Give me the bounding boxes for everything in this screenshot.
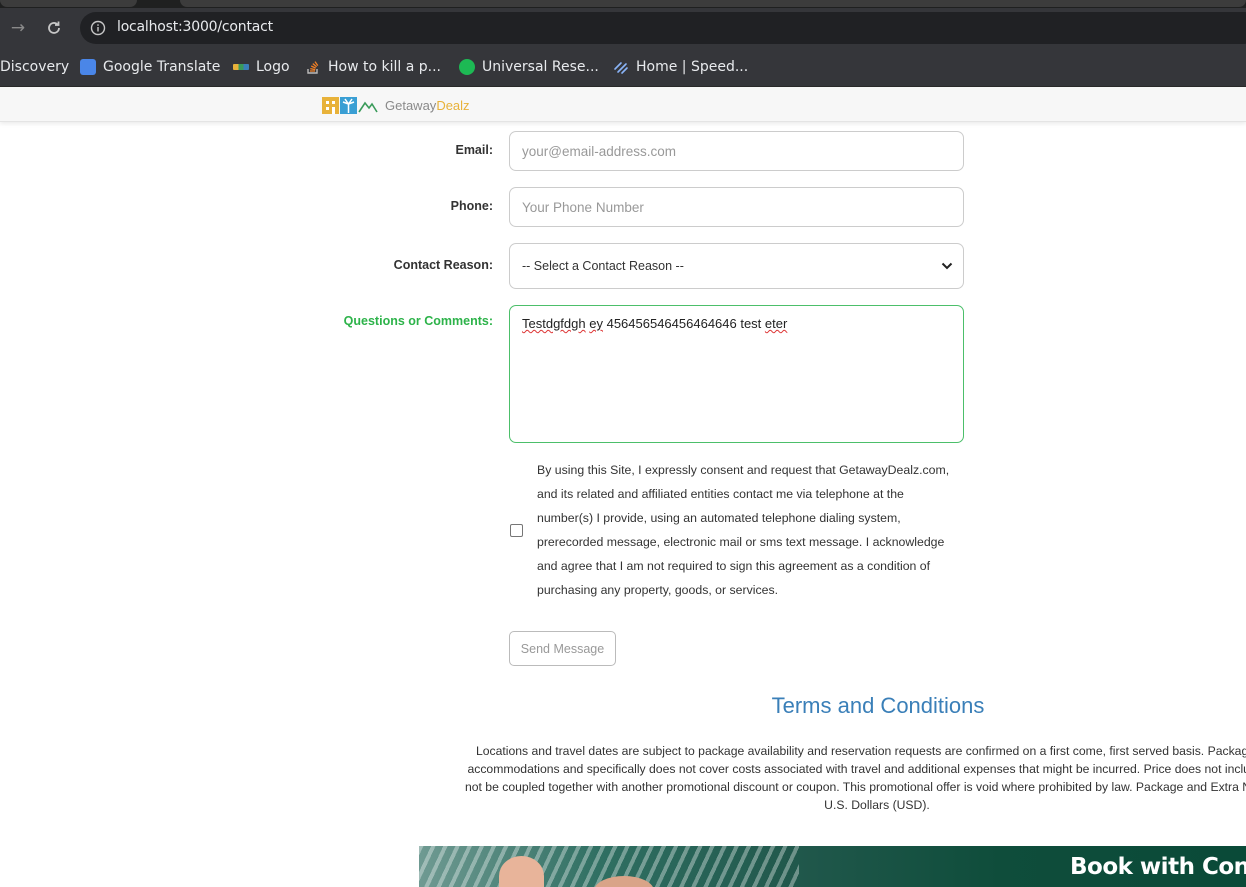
site-header: GetawayDealz xyxy=(0,87,1246,122)
site-info-icon[interactable] xyxy=(90,20,106,36)
contact-reason-label: Contact Reason: xyxy=(393,258,493,272)
comment-word: Testdgfdgh xyxy=(522,316,586,331)
comment-word: 456456546456464646 test xyxy=(606,316,765,331)
contact-reason-selected: -- Select a Contact Reason -- xyxy=(522,259,684,273)
bookmark-logo[interactable]: Logo xyxy=(233,57,290,77)
bookmarks-bar: Discovery Google Translate Logo How to k… xyxy=(0,46,1246,87)
phone-label: Phone: xyxy=(450,199,493,213)
palm-tree-icon xyxy=(340,96,357,114)
bookmark-universal[interactable]: Universal Rese... xyxy=(459,57,599,77)
email-label: Email: xyxy=(455,143,493,157)
bookmark-how-to-kill[interactable]: How to kill a p... xyxy=(305,57,441,77)
browser-tab[interactable] xyxy=(0,0,137,7)
brand-name: GetawayDealz xyxy=(385,98,470,113)
brand-name-accent: Dealz xyxy=(436,97,470,113)
consent-text: By using this Site, I expressly consent … xyxy=(537,463,950,597)
email-placeholder: your@email-address.com xyxy=(522,143,677,159)
url-text: localhost:3000/contact xyxy=(117,19,273,35)
terms-line: not be coupled together with another pro… xyxy=(464,780,1246,794)
comments-textarea[interactable]: Testdgfdgh ey 456456546456464646 test et… xyxy=(509,305,964,443)
speed-icon xyxy=(613,59,629,75)
bookmark-label: Logo xyxy=(256,59,290,75)
terms-line: accommodations and specifically does not… xyxy=(467,762,1246,776)
bookmark-discovery[interactable]: Discovery xyxy=(0,57,69,77)
terms-title: Terms and Conditions xyxy=(771,693,985,718)
phone-field[interactable]: Your Phone Number xyxy=(509,187,964,227)
comment-word: eter xyxy=(764,316,788,331)
bookmark-google-translate[interactable]: Google Translate xyxy=(80,57,220,77)
comment-word: ey xyxy=(589,316,603,331)
banner-headline: Book with Confi xyxy=(1070,854,1246,880)
bookmark-speed[interactable]: Home | Speed... xyxy=(613,57,748,77)
mountain-icon xyxy=(358,96,378,114)
bookmark-label: Universal Rese... xyxy=(482,59,599,75)
consent-checkbox[interactable] xyxy=(510,524,523,537)
site-logo[interactable]: GetawayDealz xyxy=(322,95,470,115)
browser-tab[interactable] xyxy=(180,0,1246,7)
contact-reason-select[interactable]: -- Select a Contact Reason -- xyxy=(509,243,964,289)
terms-line: U.S. Dollars (USD). xyxy=(824,798,930,812)
browser-tabstrip xyxy=(0,0,1246,8)
terms-body: Locations and travel dates are subject t… xyxy=(420,742,1246,814)
browser-toolbar: → localhost:3000/contact xyxy=(0,8,1246,46)
forward-arrow-icon[interactable]: → xyxy=(7,17,29,39)
phone-placeholder: Your Phone Number xyxy=(522,199,644,215)
promo-banner[interactable]: Book with Confi xyxy=(419,846,1246,887)
bookmark-label: How to kill a p... xyxy=(328,59,441,75)
universal-icon xyxy=(459,59,475,75)
building-icon xyxy=(322,96,339,114)
brand-name-part: Getaway xyxy=(385,97,437,113)
bookmark-label: Home | Speed... xyxy=(636,59,749,75)
address-bar[interactable]: localhost:3000/contact xyxy=(80,12,1246,44)
bookmark-label: Google Translate xyxy=(103,59,221,75)
logo-bookmark-icon xyxy=(233,64,249,70)
stackoverflow-icon xyxy=(305,59,321,75)
reload-icon[interactable] xyxy=(43,17,65,39)
google-translate-icon xyxy=(80,59,96,75)
send-message-button[interactable]: Send Message xyxy=(509,631,616,666)
comments-label: Questions or Comments: xyxy=(343,314,493,328)
comments-value: Testdgfdgh ey 456456546456464646 test et… xyxy=(522,316,787,331)
email-field[interactable]: your@email-address.com xyxy=(509,131,964,171)
bookmark-label: Discovery xyxy=(0,59,70,75)
chevron-down-icon xyxy=(941,262,953,270)
terms-line: Locations and travel dates are subject t… xyxy=(475,744,1246,758)
